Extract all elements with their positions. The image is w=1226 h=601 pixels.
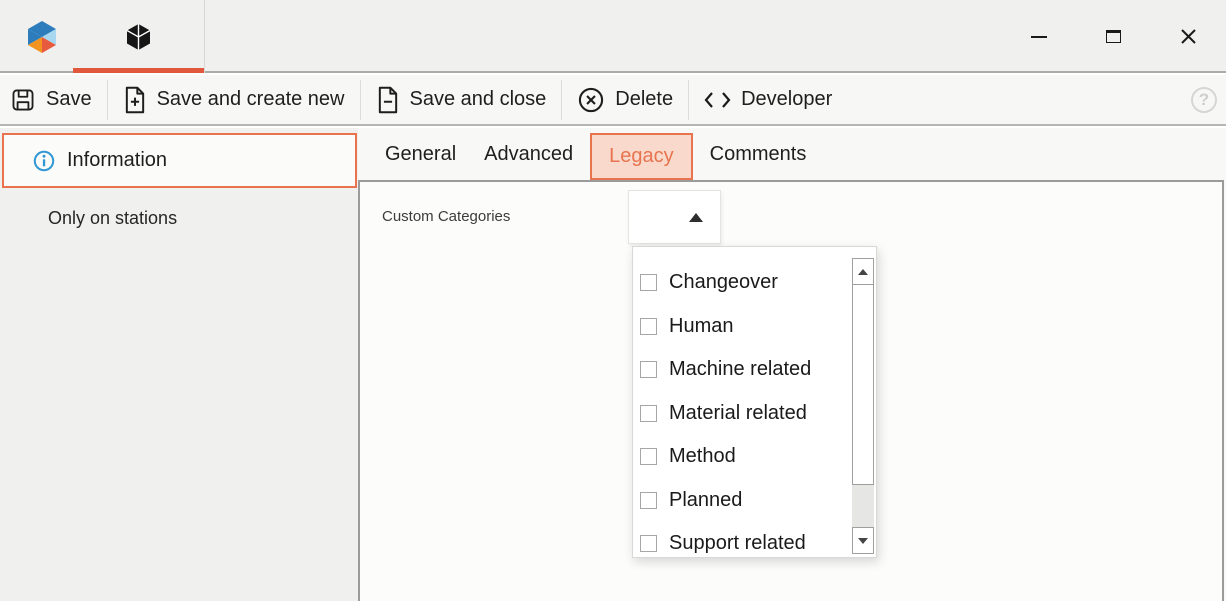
maximize-icon — [1106, 30, 1121, 43]
box-cube-icon — [125, 23, 152, 51]
minimize-icon — [1031, 36, 1047, 38]
triangle-up-icon — [689, 213, 703, 222]
developer-button[interactable]: Developer — [689, 78, 847, 122]
dropdown-option-method[interactable]: Method — [633, 435, 850, 479]
triangle-down-icon — [858, 538, 868, 544]
scrollbar-track[interactable] — [852, 285, 874, 527]
dropdown-option-planned[interactable]: Planned — [633, 479, 850, 523]
close-button[interactable] — [1151, 0, 1226, 73]
tab-advanced[interactable]: Advanced — [470, 128, 587, 180]
option-label: Support related — [669, 532, 806, 555]
dropdown-option-material-related[interactable]: Material related — [633, 392, 850, 436]
option-label: Machine related — [669, 358, 811, 381]
help-glyph: ? — [1199, 90, 1209, 110]
scroll-up-button[interactable] — [852, 258, 874, 285]
toolbar: Save Save and create new Save and close … — [0, 75, 1226, 126]
sidebar-item-information[interactable]: Information — [2, 133, 357, 188]
info-circle-icon — [33, 150, 55, 172]
sidebar-item-label: Information — [67, 149, 167, 172]
dropdown-option-changeover[interactable]: Changeover — [633, 261, 850, 305]
save-and-close-button[interactable]: Save and close — [361, 78, 562, 122]
document-minus-icon — [376, 86, 400, 114]
checkbox[interactable] — [640, 405, 657, 422]
active-tab-underline — [73, 68, 204, 73]
document-plus-icon — [123, 86, 147, 114]
dropdown-scrollbar[interactable] — [852, 258, 874, 554]
dropdown-option-list: Changeover Human Machine related Materia… — [633, 261, 850, 558]
save-and-create-new-button[interactable]: Save and create new — [108, 78, 360, 122]
tab-bar: General Advanced Legacy Comments — [358, 128, 1226, 180]
app-logo-icon — [27, 21, 57, 53]
minimize-button[interactable] — [1001, 0, 1076, 73]
sidebar-item-only-on-stations[interactable]: Only on stations — [48, 208, 177, 229]
option-label: Method — [669, 445, 736, 468]
circle-x-icon — [577, 86, 605, 114]
save-button-label: Save — [46, 88, 92, 111]
close-icon — [1180, 28, 1197, 45]
maximize-button[interactable] — [1076, 0, 1151, 73]
dropdown-option-machine-related[interactable]: Machine related — [633, 348, 850, 392]
save-and-create-new-label: Save and create new — [157, 88, 345, 111]
tab-comments[interactable]: Comments — [696, 128, 821, 180]
dropdown-option-support-related[interactable]: Support related — [633, 522, 850, 558]
option-label: Changeover — [669, 271, 778, 294]
option-label: Human — [669, 315, 733, 338]
sidebar: Information Only on stations — [0, 128, 358, 601]
main-area: General Advanced Legacy Comments Custom … — [358, 128, 1226, 601]
checkbox[interactable] — [640, 274, 657, 291]
sidebar-item-label: Only on stations — [48, 208, 177, 228]
tab-legacy[interactable]: Legacy — [590, 133, 693, 180]
save-button[interactable]: Save — [0, 78, 107, 122]
custom-categories-dropdown-toggle[interactable] — [628, 190, 721, 244]
checkbox[interactable] — [640, 535, 657, 552]
delete-button-label: Delete — [615, 88, 673, 111]
checkbox[interactable] — [640, 448, 657, 465]
triangle-up-icon — [858, 269, 868, 275]
scroll-down-button[interactable] — [852, 527, 874, 554]
code-brackets-icon — [704, 91, 731, 109]
titlebar-divider — [204, 0, 205, 73]
custom-categories-dropdown-popup: Changeover Human Machine related Materia… — [632, 246, 877, 558]
titlebar — [0, 0, 1226, 73]
developer-button-label: Developer — [741, 88, 832, 111]
content-panel: Custom Categories Changeover Human Machi… — [358, 180, 1224, 601]
option-label: Material related — [669, 402, 807, 425]
checkbox[interactable] — [640, 361, 657, 378]
save-and-close-label: Save and close — [410, 88, 547, 111]
delete-button[interactable]: Delete — [562, 78, 688, 122]
checkbox[interactable] — [640, 318, 657, 335]
window-controls — [1001, 0, 1226, 73]
scrollbar-thumb[interactable] — [852, 284, 874, 485]
option-label: Planned — [669, 489, 742, 512]
checkbox[interactable] — [640, 492, 657, 509]
titlebar-active-document-tab[interactable] — [73, 0, 204, 73]
custom-categories-label: Custom Categories — [382, 208, 510, 225]
floppy-disk-icon — [10, 87, 36, 113]
help-icon[interactable]: ? — [1191, 87, 1217, 113]
dropdown-option-human[interactable]: Human — [633, 305, 850, 349]
tab-general[interactable]: General — [371, 128, 470, 180]
